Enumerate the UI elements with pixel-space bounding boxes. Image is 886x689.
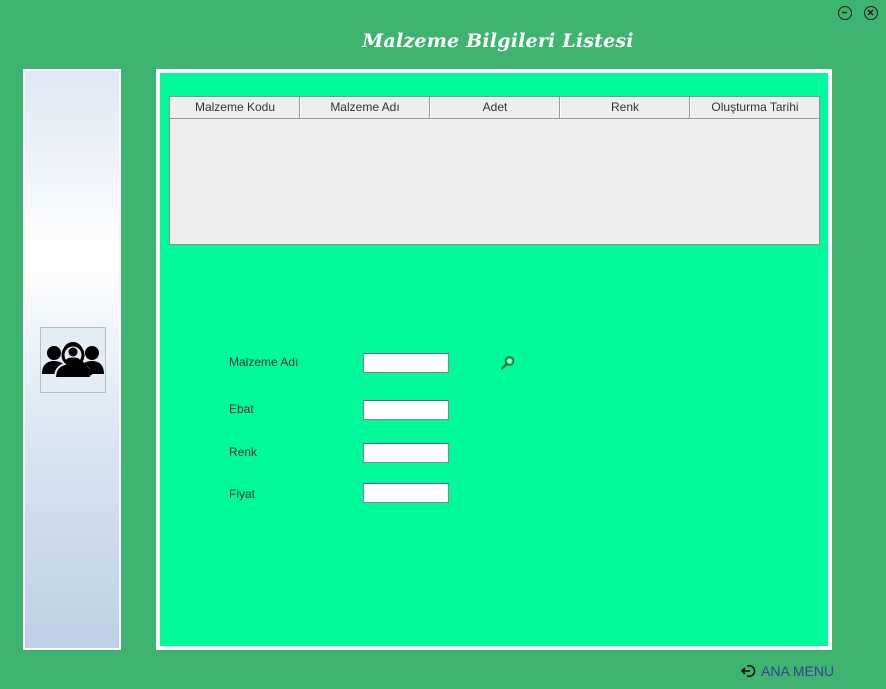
sidebar: [23, 69, 121, 650]
search-icon: [500, 356, 515, 370]
column-header-adet[interactable]: Adet: [430, 97, 560, 118]
user-search-button[interactable]: [40, 327, 106, 393]
page-title: Malzeme Bilgileri Listesi: [362, 30, 634, 52]
main-panel: Malzeme Kodu Malzeme Adı Adet Renk Oluşt…: [156, 69, 832, 650]
fiyat-label: Fiyat: [229, 487, 256, 501]
column-header-renk[interactable]: Renk: [560, 97, 690, 118]
column-header-malzeme-kodu[interactable]: Malzeme Kodu: [170, 97, 300, 118]
ebat-label: Ebat: [229, 402, 254, 416]
ebat-input[interactable]: [363, 400, 449, 420]
ana-menu-label: ANA MENU: [761, 663, 835, 679]
table-header: Malzeme Kodu Malzeme Adı Adet Renk Oluşt…: [170, 97, 819, 119]
material-table[interactable]: Malzeme Kodu Malzeme Adı Adet Renk Oluşt…: [169, 96, 820, 245]
renk-label: Renk: [229, 445, 258, 459]
malzeme-adi-input[interactable]: [363, 353, 449, 373]
malzeme-adi-label: Malzeme Adı: [229, 355, 299, 369]
column-header-malzeme-adi[interactable]: Malzeme Adı: [300, 97, 430, 118]
back-arrow-icon: [741, 664, 756, 678]
table-body[interactable]: [170, 119, 819, 244]
user-search-icon: [42, 340, 104, 379]
ana-menu-button[interactable]: ANA MENU: [741, 661, 834, 681]
column-header-olusturma-tarihi[interactable]: Oluşturma Tarihi: [690, 97, 819, 118]
search-button[interactable]: [500, 355, 516, 371]
close-icon: [867, 9, 874, 16]
renk-input[interactable]: [363, 443, 449, 463]
fiyat-input[interactable]: [363, 483, 449, 503]
minimize-button[interactable]: [838, 6, 852, 20]
minimize-icon: [842, 11, 847, 14]
close-button[interactable]: [864, 6, 878, 20]
